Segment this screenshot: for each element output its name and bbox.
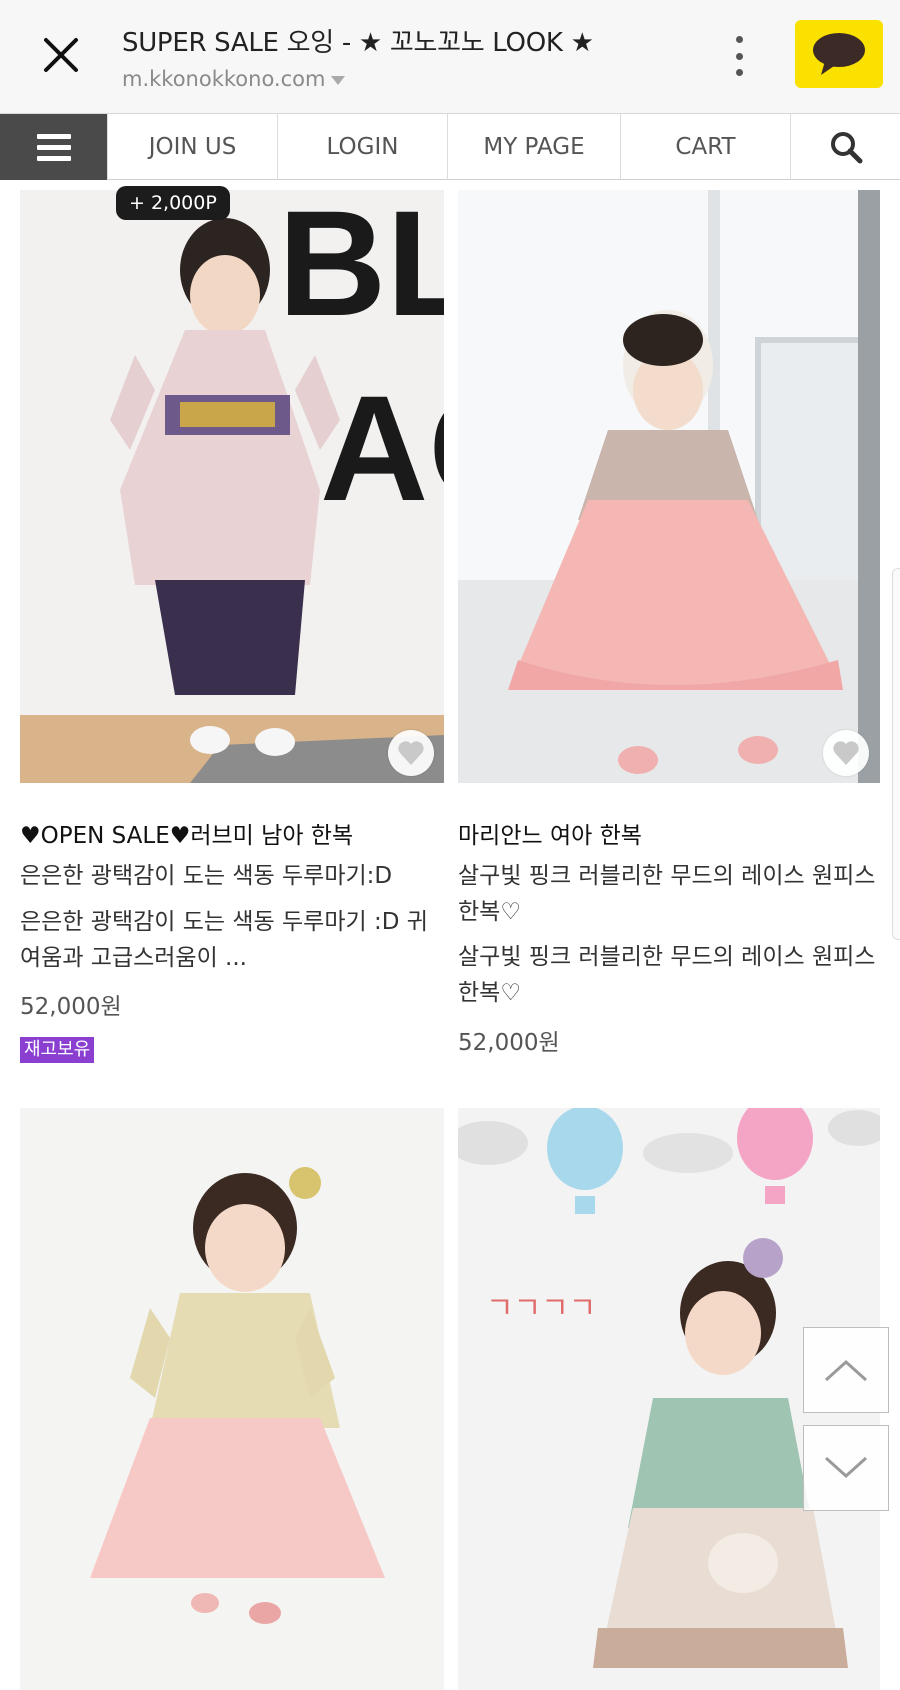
product-price: 52,000원 [20,994,122,1020]
page-title-block: SUPER SALE 오잉 - ★ 꼬노꼬노 LOOK ★ m.kkonokko… [122,22,742,91]
in-stock-badge: 재고보유 [20,1037,95,1063]
nav-my-page[interactable]: MY PAGE [447,114,620,180]
product-summary: 살구빛 핑크 러블리한 무드의 레이스 원피스 한복♡ [458,863,876,925]
product-name[interactable]: 마리안느 여아 한복 [458,816,642,850]
product-description: 은은한 광택감이 도는 색동 두루마기 :D 귀여움과 고급스러움이 ... [20,909,428,971]
nav-cart[interactable]: CART [620,114,790,180]
hamburger-menu-icon[interactable] [0,114,107,180]
points-badge: + 2,000P [116,186,230,220]
wishlist-heart-icon[interactable] [823,730,869,776]
chevron-down-icon [824,1456,868,1479]
kakao-talk-button[interactable] [795,20,883,88]
browser-toolbar: SUPER SALE 오잉 - ★ 꼬노꼬노 LOOK ★ m.kkonokko… [0,0,900,114]
site-nav: JOIN US LOGIN MY PAGE CART [0,114,900,180]
chevron-up-icon [824,1359,868,1382]
chevron-down-icon [331,76,346,85]
nav-join-us[interactable]: JOIN US [107,114,277,180]
svg-text:ㄱㄱㄱㄱ: ㄱㄱㄱㄱ [486,1292,596,1325]
close-icon[interactable] [36,30,86,80]
product-price: 52,000원 [458,1030,560,1056]
search-icon[interactable] [790,114,900,180]
more-options-icon[interactable] [724,34,754,78]
product-description: 살구빛 핑크 러블리한 무드의 레이스 원피스 한복♡ [458,944,876,1006]
product-name[interactable]: ♥OPEN SALE♥러브미 남아 한복 [20,816,353,850]
chat-bubble-icon [813,33,865,75]
page-url: m.kkonokkono.com [122,67,326,91]
url-row[interactable]: m.kkonokkono.com [122,67,742,91]
product-image-girl-hanbok-lace[interactable] [458,190,880,783]
page-scrollbar[interactable] [892,568,900,940]
scroll-down-button[interactable] [803,1425,889,1511]
nav-login[interactable]: LOGIN [277,114,447,180]
scroll-up-button[interactable] [803,1327,889,1413]
page-title: SUPER SALE 오잉 - ★ 꼬노꼬노 LOOK ★ [122,28,594,58]
product-summary: 은은한 광택감이 도는 색동 두루마기:D [20,863,393,889]
product-image-girl-hanbok-floral[interactable] [20,1108,444,1690]
wishlist-heart-icon[interactable] [388,730,434,776]
svg-text:BL: BL [278,190,444,347]
svg-text:AC: AC [320,364,444,532]
product-image-boy-hanbok[interactable]: BL AC [20,190,444,783]
